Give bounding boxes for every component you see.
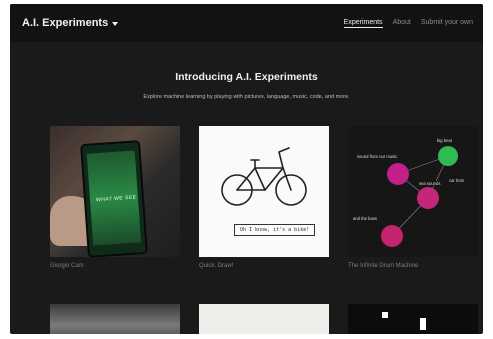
bike-sketch-icon xyxy=(221,147,307,206)
pixel-block xyxy=(420,318,426,330)
browser-screen: A.I. Experiments Experiments About Submi… xyxy=(10,4,483,334)
sound-map-diagram xyxy=(381,146,458,247)
experiment-thumbnail[interactable]: Oh I know, it's a bike! xyxy=(199,126,329,257)
card-title[interactable]: The Infinite Drum Machine xyxy=(348,263,478,269)
hero-subtitle: Explore machine learning by playing with… xyxy=(143,94,350,100)
experiment-card[interactable] xyxy=(50,304,180,334)
brand-title: A.I. Experiments xyxy=(22,17,109,29)
nav-experiments[interactable]: Experiments xyxy=(343,19,383,28)
experiment-thumbnail[interactable] xyxy=(50,304,180,334)
brand-menu[interactable]: A.I. Experiments xyxy=(22,17,119,29)
nav-about[interactable]: About xyxy=(393,19,411,28)
experiment-card-drum-machine[interactable]: sound from our music big beat sea sounds… xyxy=(348,126,478,269)
pixel-block xyxy=(382,312,388,318)
drum-label: car horn xyxy=(448,178,466,183)
experiment-card-giorgio-cam[interactable]: WHAT WE SEE Giorgio Cam xyxy=(50,126,180,269)
chevron-down-icon xyxy=(112,21,119,26)
drum-label: and the bass xyxy=(352,216,378,221)
experiment-thumbnail[interactable] xyxy=(199,304,329,334)
experiment-thumbnail[interactable] xyxy=(348,304,478,334)
experiment-thumbnail[interactable]: sound from our music big beat sea sounds… xyxy=(348,126,478,257)
guess-text: Oh I know, it's a bike! xyxy=(234,224,316,236)
nav-submit[interactable]: Submit your own xyxy=(421,19,473,28)
top-nav-bar: A.I. Experiments Experiments About Submi… xyxy=(10,4,483,42)
drum-label: sea sounds xyxy=(418,181,442,186)
main-nav: Experiments About Submit your own xyxy=(343,19,473,28)
phone-image: WHAT WE SEE xyxy=(80,140,148,257)
hero-title: Introducing A.I. Experiments xyxy=(175,71,318,83)
experiment-thumbnail[interactable]: WHAT WE SEE xyxy=(50,126,180,257)
drum-label: sound from our music xyxy=(356,154,399,159)
card-title[interactable]: Giorgio Cam xyxy=(50,263,180,269)
drum-label: big beat xyxy=(436,138,453,143)
experiment-card[interactable] xyxy=(348,304,478,334)
experiment-card[interactable] xyxy=(199,304,329,334)
experiment-card-quick-draw[interactable]: Oh I know, it's a bike! Quick, Draw! xyxy=(199,126,329,269)
card-title[interactable]: Quick, Draw! xyxy=(199,263,329,269)
